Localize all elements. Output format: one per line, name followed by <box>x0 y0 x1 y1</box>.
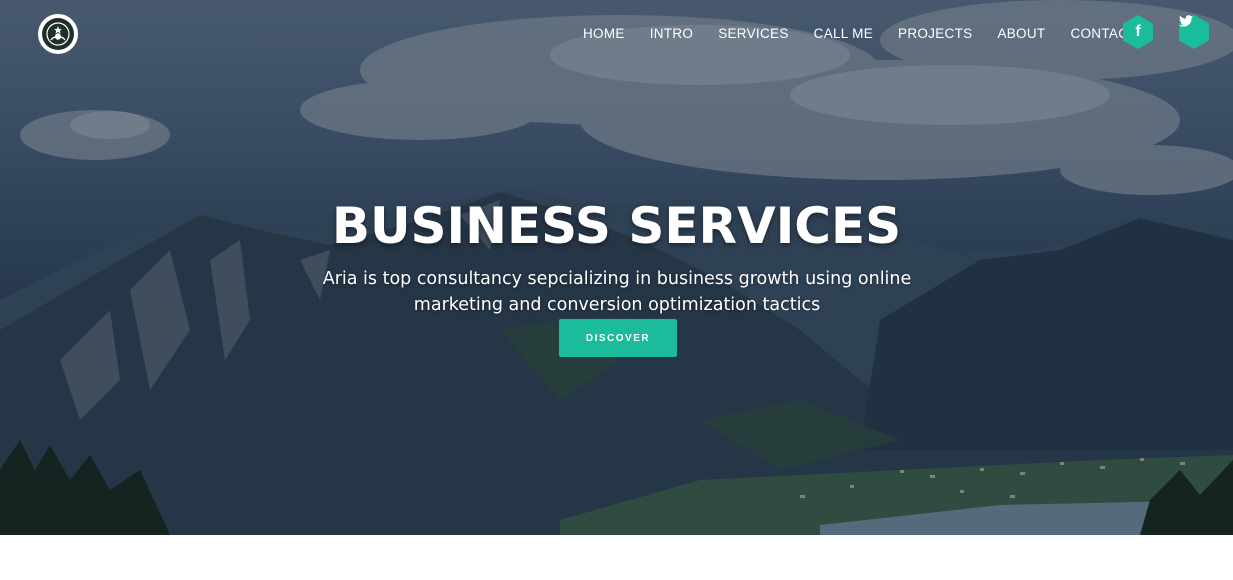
discover-button[interactable]: DISCOVER <box>559 319 677 357</box>
nav-about[interactable]: ABOUT <box>997 24 1045 44</box>
facebook-icon: f <box>1135 23 1141 40</box>
nav-intro[interactable]: INTRO <box>650 24 694 44</box>
hero-section: HOME INTRO SERVICES CALL ME PROJECTS ABO… <box>0 0 1233 535</box>
facebook-button[interactable]: f <box>1123 15 1153 49</box>
logo[interactable] <box>38 14 78 54</box>
twitter-button[interactable] <box>1179 15 1209 49</box>
hero-subtitle: Aria is top consultancy sepcializing in … <box>322 269 912 315</box>
nav-services[interactable]: SERVICES <box>718 24 788 44</box>
twitter-icon <box>1179 15 1209 49</box>
nav-projects[interactable]: PROJECTS <box>898 24 972 44</box>
siren-logo-icon <box>42 18 74 50</box>
nav-call-me[interactable]: CALL ME <box>814 24 873 44</box>
main-nav: HOME INTRO SERVICES CALL ME PROJECTS ABO… <box>583 24 1162 44</box>
hero-title: BUSINESS SERVICES <box>331 197 902 255</box>
nav-home[interactable]: HOME <box>583 24 625 44</box>
